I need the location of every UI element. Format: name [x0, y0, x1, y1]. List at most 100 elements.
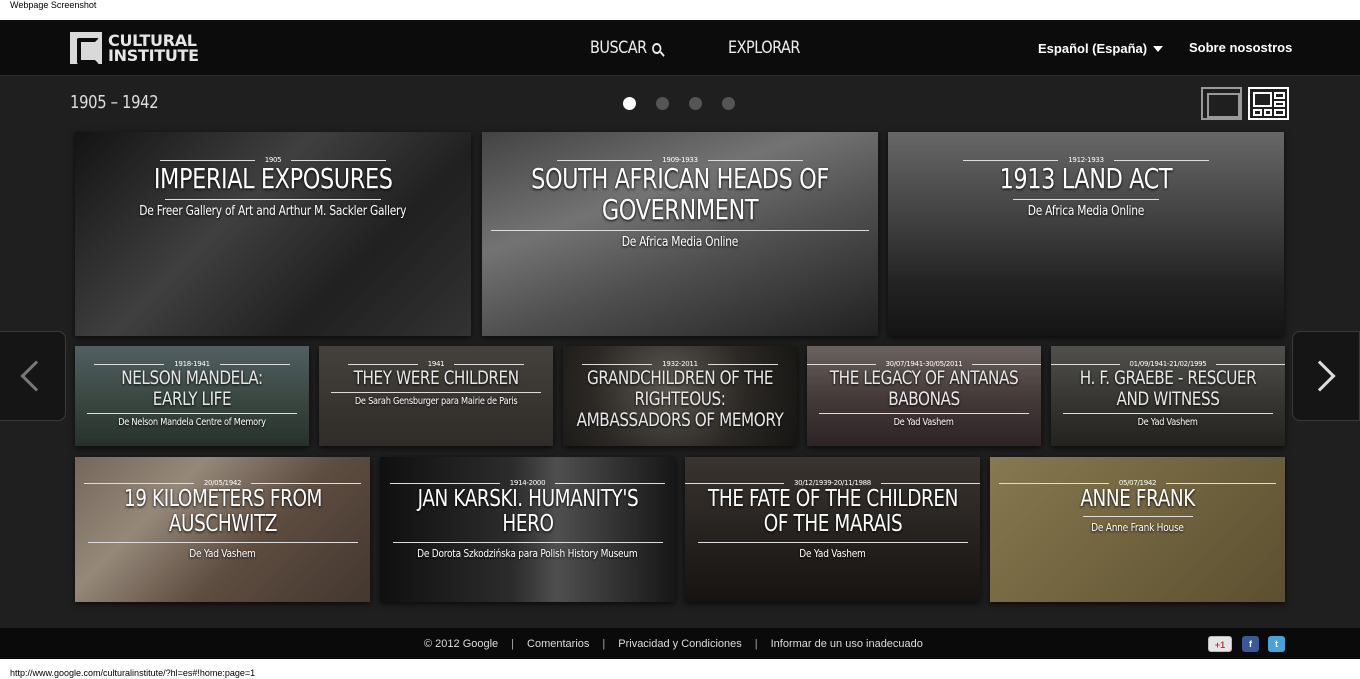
exhibit-source: De Yad Vashem: [189, 546, 256, 560]
page-dot-3[interactable]: [689, 97, 702, 110]
language-selector[interactable]: Español (España): [1038, 41, 1164, 56]
google-plus-icon[interactable]: +1: [1208, 636, 1232, 652]
exhibit-info: 1932-2011 GRANDCHILDREN OF THE RIGHTEOUS…: [563, 360, 797, 431]
grid-cell-icon: [1253, 109, 1262, 116]
next-page-button[interactable]: [1292, 331, 1360, 421]
exhibit-tile[interactable]: 30/12/1939-20/11/1988 THE FATE OF THE CH…: [685, 457, 980, 602]
exhibit-source: De Africa Media Online: [1027, 203, 1145, 219]
divider: [87, 541, 358, 543]
grid-cell-icon: [1274, 92, 1285, 99]
exhibit-tile[interactable]: 1914-2000 JAN KARSKI. HUMANITY'S HERO De…: [380, 457, 675, 602]
exhibit-tile[interactable]: 01/09/1941-21/02/1995 H. F. GRAEBE - RES…: [1051, 346, 1285, 446]
exhibit-tile[interactable]: 1932-2011 GRANDCHILDREN OF THE RIGHTEOUS…: [563, 346, 797, 446]
page-dot-4[interactable]: [722, 97, 735, 110]
exhibit-tile[interactable]: 1905 IMPERIAL EXPOSURES De Freer Gallery…: [75, 132, 471, 336]
footer-links: © 2012 Google | Comentarios | Privacidad…: [424, 638, 923, 650]
exhibit-tile[interactable]: 1941 THEY WERE CHILDREN De Sarah Gensbur…: [319, 346, 553, 446]
exhibit-title: 19 KILOMETERS FROM AUSCHWITZ: [123, 486, 322, 538]
nav-explore[interactable]: EXPLORAR: [728, 38, 800, 58]
nav-search[interactable]: BUSCAR: [590, 38, 662, 58]
exhibit-title: THEY WERE CHILDREN: [353, 367, 519, 389]
exhibit-title: H. F. GRAEBE - RESCUER AND WITNESS: [1079, 367, 1257, 410]
exhibit-tile[interactable]: 20/05/1942 19 KILOMETERS FROM AUSCHWITZ …: [75, 457, 370, 602]
exhibit-source: De Nelson Mandela Centre of Memory: [118, 416, 266, 428]
exhibit-info: 20/05/1942 19 KILOMETERS FROM AUSCHWITZ …: [75, 479, 370, 560]
divider: [165, 198, 381, 200]
logo-line-2: INSTITUTE: [108, 46, 199, 65]
exhibit-tile[interactable]: 1909-1933 SOUTH AFRICAN HEADS OF GOVERNM…: [482, 132, 878, 336]
exhibit-info: 1914-2000 JAN KARSKI. HUMANITY'S HERO De…: [380, 479, 675, 560]
divider: [1013, 198, 1159, 200]
about-link[interactable]: Sobre nosostros: [1189, 40, 1292, 55]
language-label: Español (España): [1038, 41, 1148, 56]
divider: [331, 391, 541, 393]
exhibit-info: 1909-1933 SOUTH AFRICAN HEADS OF GOVERNM…: [482, 156, 878, 250]
exhibit-tile[interactable]: 1918-1941 NELSON MANDELA: EARLY LIFE De …: [75, 346, 309, 446]
exhibit-title: JAN KARSKI. HUMANITY'S HERO: [417, 486, 638, 538]
divider: [87, 412, 297, 414]
exhibit-tile[interactable]: 05/07/1942 ANNE FRANK De Anne Frank Hous…: [990, 457, 1285, 602]
date-range-label: 1905 – 1942: [70, 92, 159, 113]
single-view-toggle[interactable]: [1201, 87, 1242, 120]
page-dot-2[interactable]: [656, 97, 669, 110]
page-url-caption: http://www.google.com/culturalinstitute/…: [10, 668, 256, 678]
exhibit-info: 30/07/1941-30/05/2011 THE LEGACY OF ANTA…: [807, 360, 1041, 428]
search-icon: [651, 42, 662, 54]
comments-link[interactable]: Comentarios: [527, 638, 589, 650]
exhibit-info: 01/09/1941-21/02/1995 H. F. GRAEBE - RES…: [1051, 360, 1285, 428]
exhibit-source: De Yad Vashem: [799, 546, 866, 560]
top-header: CULTURAL INSTITUTE BUSCAR EXPLORAR Españ…: [0, 20, 1360, 76]
footer-separator: |: [511, 638, 515, 650]
grid-cell-icon: [1274, 109, 1285, 116]
cultural-institute-app: CULTURAL INSTITUTE BUSCAR EXPLORAR Españ…: [0, 20, 1360, 659]
privacy-link[interactable]: Privacidad y Condiciones: [618, 638, 742, 650]
exhibit-title: NELSON MANDELA: EARLY LIFE: [121, 367, 263, 410]
divider: [392, 541, 663, 543]
divider: [697, 541, 968, 543]
footer-separator: |: [754, 638, 758, 650]
page-footer: © 2012 Google | Comentarios | Privacidad…: [0, 628, 1360, 659]
exhibit-info: 30/12/1939-20/11/1988 THE FATE OF THE CH…: [685, 479, 980, 560]
exhibit-source: De Yad Vashem: [894, 416, 954, 428]
grid-cell-icon: [1253, 92, 1272, 107]
page-dots: [623, 97, 735, 110]
exhibit-source: De Sarah Gensburger para Mairie de Paris: [354, 395, 518, 407]
grid-cell-icon: [1264, 109, 1272, 116]
exhibit-title: IMPERIAL EXPOSURES: [153, 162, 393, 195]
exhibit-info: 1918-1941 NELSON MANDELA: EARLY LIFE De …: [75, 360, 309, 428]
previous-page-button[interactable]: [0, 331, 66, 421]
exhibit-title: THE LEGACY OF ANTANAS BABONAS: [829, 367, 1019, 410]
exhibit-title: ANNE FRANK: [1080, 486, 1195, 512]
divider: [1082, 516, 1193, 518]
logo-text: CULTURAL INSTITUTE: [108, 33, 199, 65]
page-dot-1[interactable]: [623, 97, 636, 110]
facebook-icon[interactable]: f: [1242, 636, 1259, 652]
nav-search-label: BUSCAR: [590, 38, 647, 58]
exhibit-tile[interactable]: 1912-1933 1913 LAND ACT De Africa Media …: [888, 132, 1284, 336]
chevron-left-icon: [20, 360, 52, 392]
exhibit-title: THE FATE OF THE CHILDREN OF THE MARAIS: [707, 486, 958, 538]
exhibit-source: De Yad Vashem: [1138, 416, 1198, 428]
exhibit-source: De Freer Gallery of Art and Arthur M. Sa…: [139, 203, 407, 219]
exhibit-title: GRANDCHILDREN OF THE RIGHTEOUS: AMBASSAD…: [576, 367, 784, 431]
exhibit-info: 1912-1933 1913 LAND ACT De Africa Media …: [888, 156, 1284, 219]
footer-separator: |: [602, 638, 606, 650]
exhibit-info: 1941 THEY WERE CHILDREN De Sarah Gensbur…: [319, 360, 553, 407]
divider: [491, 229, 869, 231]
exhibit-tile[interactable]: 30/07/1941-30/05/2011 THE LEGACY OF ANTA…: [807, 346, 1041, 446]
exhibit-source: De Africa Media Online: [621, 234, 739, 250]
exhibit-title: SOUTH AFRICAN HEADS OF GOVERNMENT: [531, 162, 829, 226]
report-abuse-link[interactable]: Informar de un uso inadecuado: [771, 638, 923, 650]
grid-view-toggle[interactable]: [1248, 87, 1289, 120]
exhibit-source: De Anne Frank House: [1091, 521, 1184, 535]
chevron-right-icon: [1304, 360, 1336, 392]
cultural-institute-logo[interactable]: CULTURAL INSTITUTE: [70, 32, 199, 64]
exhibit-source: De Dorota Szkodzińska para Polish Histor…: [417, 546, 638, 560]
exhibit-title: 1913 LAND ACT: [999, 162, 1173, 195]
screenshot-caption: Webpage Screenshot: [10, 0, 97, 10]
google-g-logo-icon: [70, 32, 102, 64]
exhibit-info: 05/07/1942 ANNE FRANK De Anne Frank Hous…: [990, 479, 1285, 534]
twitter-icon[interactable]: t: [1268, 636, 1285, 652]
divider: [1063, 412, 1273, 414]
divider: [819, 412, 1029, 414]
